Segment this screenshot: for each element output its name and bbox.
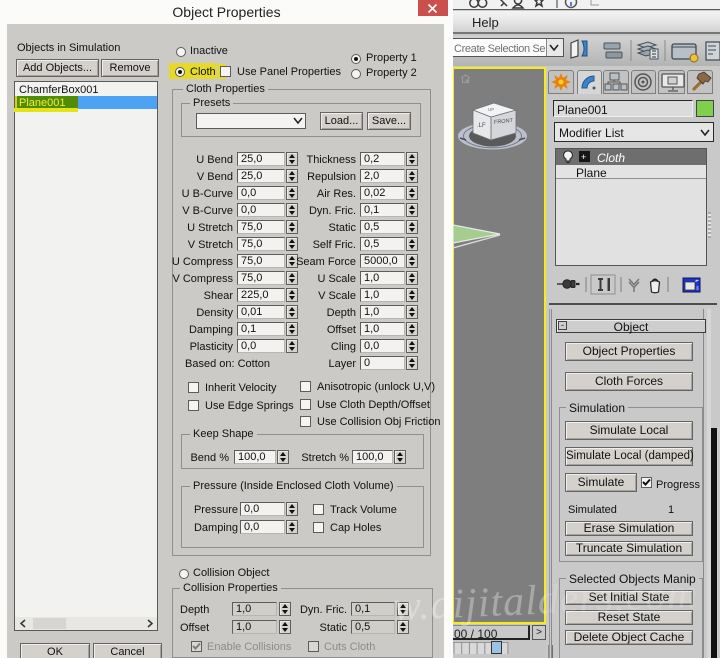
svg-text:.LF: .LF (477, 123, 486, 129)
svg-text:UP: UP (488, 107, 494, 112)
